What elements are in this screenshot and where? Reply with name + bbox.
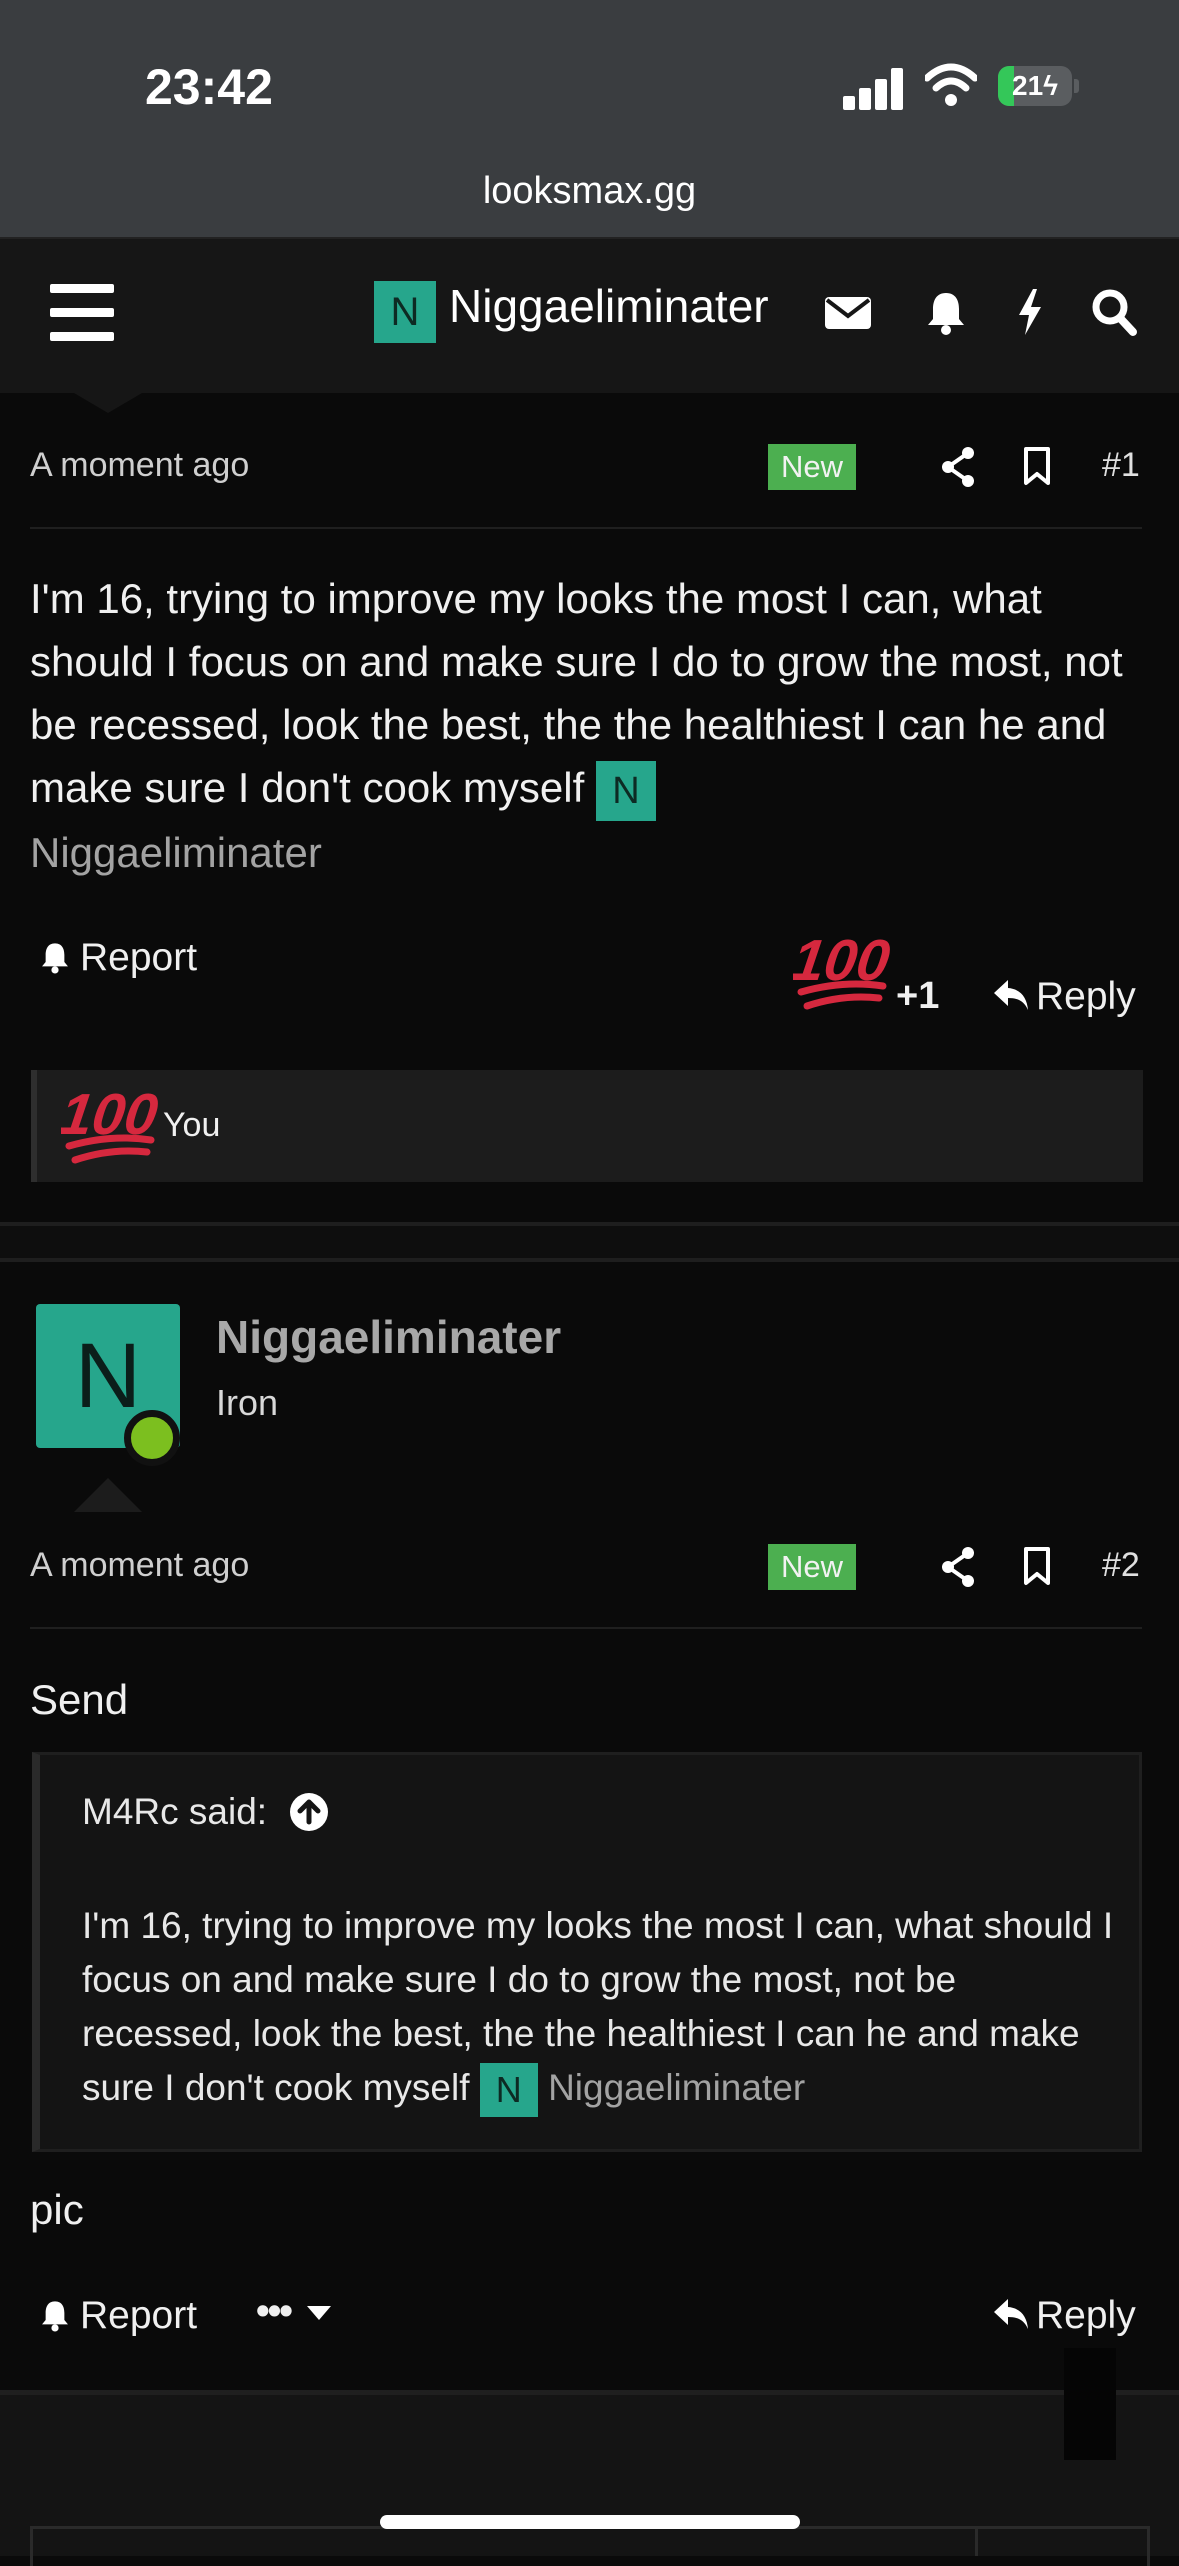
bell-icon	[42, 943, 68, 974]
bookmark-icon[interactable]	[1022, 1546, 1052, 1586]
bell-icon[interactable]	[924, 287, 968, 337]
report-label: Report	[80, 2294, 198, 2337]
wifi-icon	[925, 63, 977, 106]
reaction-count[interactable]: +1	[896, 975, 939, 1018]
account-username[interactable]: Niggaeliminater	[449, 279, 769, 333]
battery-icon: 21ϟ	[998, 66, 1079, 106]
mention-name[interactable]: Niggaeliminater	[30, 829, 322, 876]
quote-mention-avatar[interactable]: N	[479, 2063, 538, 2118]
report-label: Report	[80, 936, 198, 979]
reply-box-divider	[975, 2526, 978, 2556]
divider	[30, 527, 1142, 529]
hundred-emoji-icon[interactable]: 100	[793, 928, 891, 1018]
reply-icon	[994, 980, 1028, 1010]
charging-bolt-icon: ϟ	[1043, 70, 1058, 101]
post-2-new-badge: New	[768, 1544, 856, 1590]
reply-icon	[994, 2299, 1028, 2329]
quote-header[interactable]: M4Rc said:	[82, 1791, 329, 1833]
quote-body: I'm 16, trying to improve my looks the m…	[82, 1899, 1122, 2118]
reaction-list[interactable]: 100 You	[31, 1070, 1143, 1182]
site-header: N Niggaeliminater	[0, 237, 1179, 393]
report-button[interactable]: Report	[38, 936, 197, 980]
more-options-button[interactable]: •••	[256, 2290, 332, 2334]
user-avatar[interactable]: N	[374, 281, 436, 343]
bell-icon	[42, 2301, 68, 2332]
author-pointer	[74, 1478, 142, 1512]
share-icon[interactable]	[940, 446, 976, 488]
hundred-emoji-icon: 100	[61, 1082, 159, 1164]
post-1-new-badge: New	[768, 444, 856, 490]
reply-button[interactable]: Reply	[992, 975, 1136, 1019]
quote-block: M4Rc said: I'm 16, trying to improve my …	[32, 1752, 1142, 2152]
address-bar[interactable]: looksmax.gg	[0, 170, 1179, 213]
report-button[interactable]: Report	[38, 2294, 197, 2338]
post-2-number[interactable]: #2	[1102, 1546, 1140, 1585]
reply-label: Reply	[1036, 975, 1136, 1018]
status-bar: 23:42 21ϟ looksmax.gg	[0, 0, 1179, 237]
author-rank: Iron	[216, 1382, 279, 1423]
arrow-up-circle-icon[interactable]	[289, 1792, 329, 1832]
reply-button[interactable]: Reply	[992, 2294, 1136, 2338]
divider	[30, 1627, 1142, 1629]
battery-level: 21	[1012, 70, 1044, 101]
quote-mention-name[interactable]: Niggaeliminater	[548, 2067, 805, 2108]
post-2-time[interactable]: A moment ago	[30, 1546, 249, 1585]
quote-author: M4Rc said:	[82, 1791, 268, 1832]
author-name[interactable]: Niggaeliminater	[216, 1310, 561, 1364]
post-2-text-after: pic	[30, 2186, 84, 2233]
reply-box[interactable]	[30, 2526, 1150, 2566]
post-1-body: I'm 16, trying to improve my looks the m…	[30, 567, 1160, 884]
home-indicator[interactable]	[380, 2515, 800, 2529]
bolt-icon[interactable]	[1013, 287, 1047, 337]
menu-icon[interactable]	[50, 284, 114, 342]
reaction-user: You	[163, 1106, 221, 1144]
post-1-number[interactable]: #1	[1102, 446, 1140, 485]
online-status-indicator	[124, 1410, 180, 1466]
post-1-text: I'm 16, trying to improve my looks the m…	[30, 575, 1123, 811]
post-divider	[0, 1222, 1179, 1262]
clock: 23:42	[145, 59, 273, 115]
mail-icon[interactable]	[824, 287, 872, 337]
header-pointer	[74, 393, 142, 413]
share-icon[interactable]	[940, 1546, 976, 1588]
bookmark-icon[interactable]	[1022, 446, 1052, 486]
more-label: •••	[256, 2290, 293, 2333]
scroll-button[interactable]	[1064, 2348, 1116, 2460]
post-2-text-before: Send	[30, 1676, 129, 1723]
mention-avatar[interactable]: N	[595, 760, 656, 821]
search-icon[interactable]	[1090, 287, 1138, 337]
cellular-signal-icon	[843, 68, 905, 110]
post-1-time[interactable]: A moment ago	[30, 446, 249, 485]
reply-label: Reply	[1036, 2294, 1136, 2337]
chevron-down-icon	[306, 2306, 331, 2320]
